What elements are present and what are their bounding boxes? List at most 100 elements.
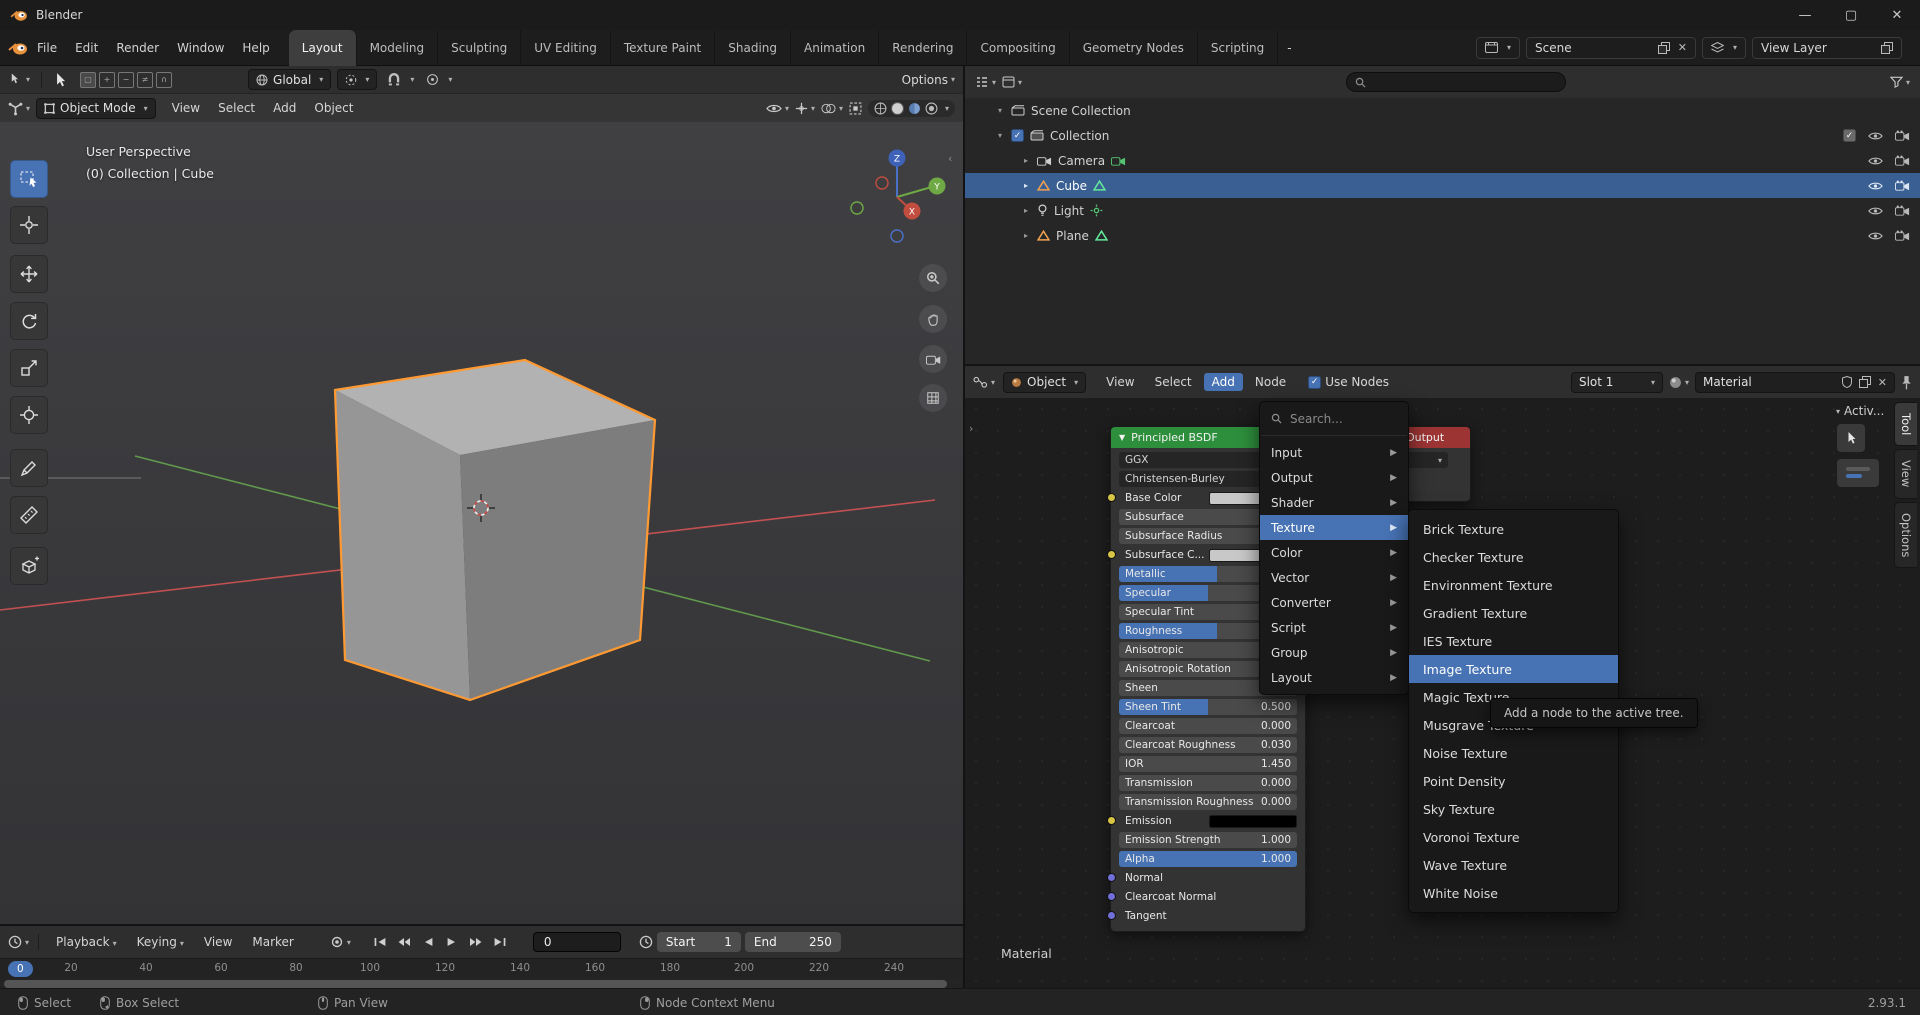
use-nodes-checkbox[interactable]: ✓: [1308, 376, 1321, 389]
tab-modeling[interactable]: Modeling: [357, 30, 439, 66]
outliner-search-input[interactable]: [1346, 72, 1566, 92]
outliner-filter-button[interactable]: ▾: [1890, 76, 1910, 88]
viewport-menu-select[interactable]: Select: [210, 99, 263, 117]
menu-edit[interactable]: Edit: [66, 38, 107, 58]
color-swatch[interactable]: [1209, 815, 1297, 828]
unlink-scene-icon[interactable]: ✕: [1678, 41, 1687, 54]
menu-item-converter[interactable]: Converter▶: [1260, 590, 1408, 615]
node-row[interactable]: Tangent: [1119, 908, 1297, 924]
hide-eye-icon[interactable]: [1868, 131, 1883, 141]
viewport-menu-object[interactable]: Object: [306, 99, 361, 117]
jump-to-start-button[interactable]: [369, 932, 391, 952]
object-visibility-dropdown[interactable]: ▾: [766, 103, 789, 114]
start-frame-field[interactable]: Start 1: [657, 932, 741, 952]
menu-item-sky-texture[interactable]: Sky Texture: [1409, 795, 1618, 823]
proportional-editing-icon[interactable]: [426, 73, 439, 86]
menu-item-brick-texture[interactable]: Brick Texture: [1409, 515, 1618, 543]
socket-vector[interactable]: [1107, 911, 1116, 920]
menu-item-layout[interactable]: Layout▶: [1260, 665, 1408, 690]
tool-rotate[interactable]: [10, 302, 48, 340]
menu-item-environment-texture[interactable]: Environment Texture: [1409, 571, 1618, 599]
menu-help[interactable]: Help: [233, 38, 278, 58]
options-dropdown[interactable]: Options ▾: [902, 73, 955, 87]
socket-color[interactable]: [1107, 493, 1116, 502]
current-frame-field[interactable]: 0: [533, 932, 621, 952]
disable-render-icon[interactable]: [1895, 180, 1910, 191]
jump-to-end-button[interactable]: [489, 932, 511, 952]
navigation-gizmo[interactable]: Z Y X: [847, 147, 947, 247]
tab-sculpting[interactable]: Sculpting: [438, 30, 521, 66]
outliner-row-light[interactable]: ▸ Light: [965, 198, 1920, 223]
sidebar-tab-view[interactable]: View: [1894, 449, 1917, 498]
camera-view-button[interactable]: [919, 345, 947, 373]
node-row[interactable]: Sheen Tint0.500: [1119, 699, 1297, 715]
menu-item-ies-texture[interactable]: IES Texture: [1409, 627, 1618, 655]
snap-magnet-icon[interactable]: [387, 73, 401, 87]
new-view-layer-icon[interactable]: [1881, 42, 1893, 54]
sidebar-toggle-icon[interactable]: ›: [969, 422, 973, 435]
menu-item-output[interactable]: Output▶: [1260, 465, 1408, 490]
outliner-row-plane[interactable]: ▸ Plane: [965, 223, 1920, 248]
socket-vector[interactable]: [1107, 873, 1116, 882]
cursor-tool-icon[interactable]: [53, 72, 68, 88]
blender-menu-logo-icon[interactable]: [8, 40, 28, 56]
timeline-menu-keying[interactable]: Keying▾: [129, 933, 192, 951]
browse-material-button[interactable]: ▾: [1669, 376, 1689, 389]
slot-dropdown[interactable]: Slot 1 ▾: [1571, 372, 1663, 393]
menu-item-point-density[interactable]: Point Density: [1409, 767, 1618, 795]
tool-annotate[interactable]: [10, 449, 48, 487]
tab-shading[interactable]: Shading: [715, 30, 791, 66]
tabs-overflow[interactable]: -: [1278, 38, 1300, 58]
node-row[interactable]: Emission Strength1.000: [1119, 832, 1297, 848]
sidebar-panel-header[interactable]: ▾ Activ...: [1836, 404, 1892, 418]
menu-item-noise-texture[interactable]: Noise Texture: [1409, 739, 1618, 767]
menu-item-shader[interactable]: Shader▶: [1260, 490, 1408, 515]
tool-settings-editor-button[interactable]: ▾: [8, 72, 30, 87]
tool-scale[interactable]: [10, 349, 48, 387]
timeline-menu-view[interactable]: View: [196, 933, 240, 951]
tab-texture-paint[interactable]: Texture Paint: [611, 30, 715, 66]
close-button[interactable]: ✕: [1874, 0, 1920, 30]
shader-editor-type-button[interactable]: ▾: [973, 376, 995, 389]
outliner-row-camera[interactable]: ▸ Camera: [965, 148, 1920, 173]
menu-item-gradient-texture[interactable]: Gradient Texture: [1409, 599, 1618, 627]
tool-box-select[interactable]: [10, 160, 48, 198]
new-material-icon[interactable]: [1859, 376, 1871, 388]
wireframe-shading-icon[interactable]: [874, 102, 887, 115]
tab-geometry-nodes[interactable]: Geometry Nodes: [1070, 30, 1198, 66]
tab-animation[interactable]: Animation: [791, 30, 879, 66]
sidebar-tab-options[interactable]: Options: [1894, 502, 1917, 568]
outliner-row-cube[interactable]: ▸ Cube: [965, 173, 1920, 198]
play-reverse-button[interactable]: [417, 932, 439, 952]
menu-render[interactable]: Render: [107, 38, 168, 58]
tab-layout[interactable]: Layout: [289, 30, 357, 66]
zoom-button[interactable]: [919, 264, 947, 292]
sidebar-tab-tool[interactable]: Tool: [1894, 402, 1917, 446]
rendered-shading-icon[interactable]: [925, 102, 938, 115]
node-row[interactable]: Alpha1.000: [1119, 851, 1297, 867]
outliner-row-collection[interactable]: ▾ ✓ Collection ✓: [965, 123, 1920, 148]
maximize-button[interactable]: ▢: [1828, 0, 1874, 30]
menu-window[interactable]: Window: [168, 38, 233, 58]
menu-item-white-noise[interactable]: White Noise: [1409, 879, 1618, 907]
expander-icon[interactable]: ▾: [995, 106, 1005, 115]
tool-move[interactable]: [10, 255, 48, 293]
node-row[interactable]: Normal: [1119, 870, 1297, 886]
tool-transform[interactable]: [10, 396, 48, 434]
pin-icon[interactable]: [1901, 375, 1912, 390]
menu-item-color[interactable]: Color▶: [1260, 540, 1408, 565]
mode-dropdown[interactable]: Object Mode ▾: [36, 98, 156, 119]
timeline-menu-playback[interactable]: Playback▾: [48, 933, 125, 951]
shader-menu-node[interactable]: Node: [1247, 373, 1294, 391]
menu-item-vector[interactable]: Vector▶: [1260, 565, 1408, 590]
menu-item-wave-texture[interactable]: Wave Texture: [1409, 851, 1618, 879]
new-scene-icon[interactable]: [1658, 42, 1670, 54]
gizmos-dropdown[interactable]: ▾: [795, 102, 815, 115]
menu-item-group[interactable]: Group▶: [1260, 640, 1408, 665]
unlink-material-icon[interactable]: ✕: [1878, 376, 1887, 389]
tab-compositing[interactable]: Compositing: [967, 30, 1069, 66]
viewport-canvas[interactable]: User Perspective (0) Collection | Cube Z…: [0, 122, 963, 924]
frame-ruler[interactable]: 0 20 40 60 80 100 120 140 160 180 200 22…: [0, 958, 963, 978]
select-intersect-button[interactable]: ∩: [156, 72, 172, 88]
disable-render-icon[interactable]: [1895, 230, 1910, 241]
